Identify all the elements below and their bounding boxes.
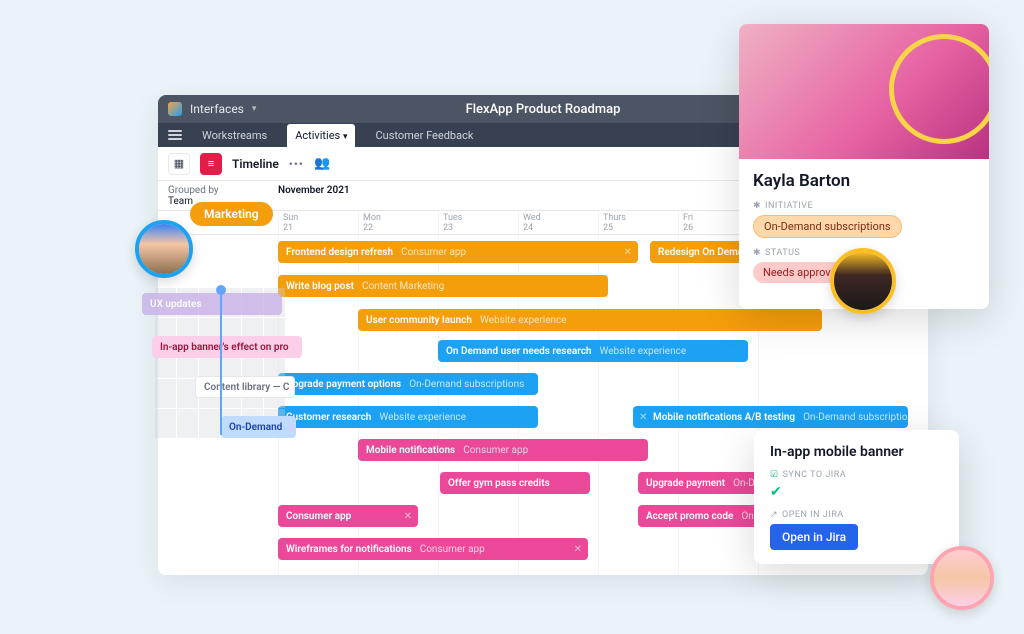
sync-to-jira-label: ☑SYNC TO JIRA	[770, 470, 943, 480]
bar-content-library[interactable]: Content library — C	[195, 376, 295, 398]
initiative-label: ✱INITIATIVE	[753, 201, 975, 211]
app-logo-icon	[168, 102, 182, 116]
bar-mobile-notifications-ab[interactable]: ✕ Mobile notifications A/B testingOn-Dem…	[633, 406, 908, 428]
jira-card-title: In-app mobile banner	[770, 444, 943, 460]
avatar[interactable]	[930, 546, 994, 610]
day-header: Mon	[363, 213, 434, 223]
close-icon[interactable]: ✕	[574, 544, 582, 555]
current-time-indicator	[220, 290, 222, 435]
day-header: Tues	[443, 213, 514, 223]
open-in-jira-label: ↗OPEN IN JIRA	[770, 510, 943, 520]
bar-ux-updates[interactable]: UX updates	[142, 293, 282, 315]
tab-activities[interactable]: Activities ▾	[287, 124, 355, 147]
breadcrumb[interactable]: Interfaces	[190, 102, 244, 116]
bar-ondemand-research[interactable]: On Demand user needs researchWebsite exp…	[438, 340, 748, 362]
bar-customer-research[interactable]: Customer researchWebsite experience	[278, 406, 538, 428]
view-label: Timeline	[232, 157, 279, 171]
grid-view-icon[interactable]: ▦	[168, 153, 190, 175]
menu-icon[interactable]	[168, 130, 182, 140]
initiative-pill[interactable]: On-Demand subscriptions	[753, 215, 902, 238]
tab-workstreams[interactable]: Workstreams	[196, 125, 273, 146]
marketing-tag[interactable]: Marketing	[190, 202, 273, 226]
close-icon[interactable]: ✕	[639, 412, 647, 423]
jira-card: In-app mobile banner ☑SYNC TO JIRA ✔ ↗OP…	[754, 430, 959, 564]
bar-frontend-design[interactable]: Frontend design refreshConsumer app✕	[278, 241, 638, 263]
hoop-icon	[889, 34, 989, 144]
bar-upgrade-payment-options[interactable]: Upgrade payment optionsOn-Demand subscri…	[278, 373, 538, 395]
bar-gym-pass[interactable]: Offer gym pass credits	[440, 472, 590, 494]
avatar[interactable]	[135, 220, 193, 278]
open-in-jira-button[interactable]: Open in Jira	[770, 524, 858, 550]
tab-feedback[interactable]: Customer Feedback	[369, 125, 479, 146]
avatar[interactable]	[830, 248, 896, 314]
profile-name: Kayla Barton	[753, 171, 975, 191]
day-header: Thurs	[603, 213, 674, 223]
bar-mobile-notifications[interactable]: Mobile notificationsConsumer app	[358, 439, 648, 461]
close-icon[interactable]: ✕	[624, 247, 632, 258]
profile-photo	[739, 24, 989, 159]
bar-consumer-app[interactable]: Consumer app✕	[278, 505, 418, 527]
close-icon[interactable]: ✕	[404, 511, 412, 522]
timeline-icon[interactable]: ≡	[200, 153, 222, 175]
bar-wireframes[interactable]: Wireframes for notificationsConsumer app…	[278, 538, 588, 560]
grouped-by-label: Grouped by	[168, 185, 278, 196]
bar-in-app-banner[interactable]: In-app banner's effect on pro	[152, 336, 302, 358]
bar-user-community[interactable]: User community launchWebsite experience	[358, 309, 822, 331]
bar-write-blog[interactable]: Write blog postContent Marketing	[278, 275, 608, 297]
check-icon: ✔	[770, 484, 943, 500]
day-header: Sun	[283, 213, 354, 223]
people-icon[interactable]: 👥	[314, 156, 330, 171]
more-icon[interactable]: •••	[289, 157, 304, 171]
chevron-down-icon[interactable]: ▾	[252, 104, 257, 114]
day-header: Wed	[523, 213, 594, 223]
bar-on-demand[interactable]: On-Demand	[221, 416, 296, 438]
